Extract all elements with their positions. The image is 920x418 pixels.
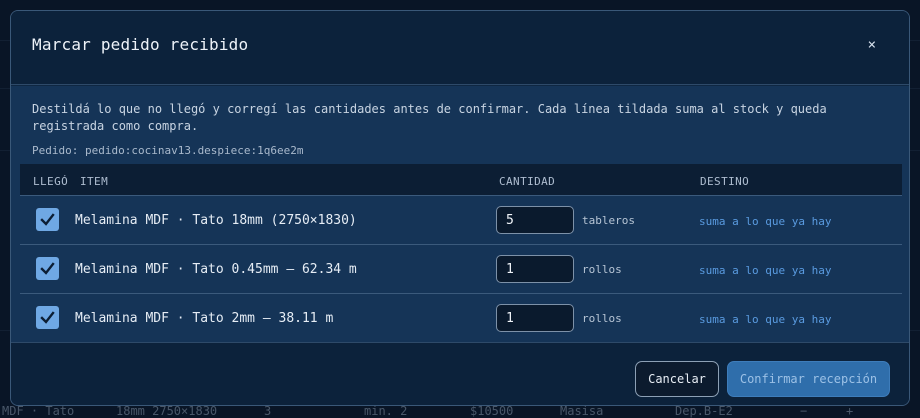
confirm-receipt-button[interactable]: Confirmar recepción: [727, 361, 890, 397]
checkmark-icon: [40, 262, 55, 275]
received-items-table: LLEGÓ ITEM CANTIDAD DESTINO Melamina MDF…: [20, 164, 902, 343]
dialog-body: Destildá lo que no llegó y corregí las c…: [11, 86, 909, 343]
col-header-item: ITEM: [80, 175, 109, 188]
dialog-header: Marcar pedido recibido ×: [11, 11, 909, 85]
cancel-button[interactable]: Cancelar: [635, 361, 719, 397]
destination-note: suma a lo que ya hay: [699, 215, 832, 228]
item-name: Melamina MDF · Tato 2mm — 38.11 m: [75, 311, 334, 326]
quantity-unit: rollos: [582, 263, 622, 276]
dialog-footer: Cancelar Confirmar recepción: [11, 342, 909, 405]
quantity-input[interactable]: [496, 206, 574, 234]
arrived-checkbox[interactable]: [36, 208, 59, 231]
destination-note: suma a lo que ya hay: [699, 264, 832, 277]
table-row: Melamina MDF · Tato 2mm — 38.11 m rollos…: [20, 294, 902, 343]
dialog-title: Marcar pedido recibido: [32, 35, 249, 54]
checkmark-icon: [40, 213, 55, 226]
checkmark-icon: [40, 311, 55, 324]
arrived-checkbox[interactable]: [36, 306, 59, 329]
quantity-unit: rollos: [582, 312, 622, 325]
table-header: LLEGÓ ITEM CANTIDAD DESTINO: [20, 164, 902, 196]
dialog-instructions: Destildá lo que no llegó y corregí las c…: [32, 102, 827, 133]
col-header-arrived: LLEGÓ: [33, 175, 69, 188]
close-icon[interactable]: ×: [868, 37, 876, 53]
arrived-checkbox[interactable]: [36, 257, 59, 280]
col-header-destination: DESTINO: [700, 175, 750, 188]
item-name: Melamina MDF · Tato 0.45mm — 62.34 m: [75, 262, 357, 277]
table-row: Melamina MDF · Tato 18mm (2750×1830) tab…: [20, 196, 902, 245]
col-header-quantity: CANTIDAD: [499, 175, 556, 188]
quantity-input[interactable]: [496, 304, 574, 332]
item-name: Melamina MDF · Tato 18mm (2750×1830): [75, 213, 357, 228]
quantity-input[interactable]: [496, 255, 574, 283]
table-row: Melamina MDF · Tato 0.45mm — 62.34 m rol…: [20, 245, 902, 294]
order-reference: Pedido: pedido:cocinav13.despiece:1q6ee2…: [32, 144, 304, 157]
receive-order-dialog: Marcar pedido recibido × Destildá lo que…: [10, 10, 910, 406]
quantity-unit: tableros: [582, 214, 635, 227]
destination-note: suma a lo que ya hay: [699, 313, 832, 326]
